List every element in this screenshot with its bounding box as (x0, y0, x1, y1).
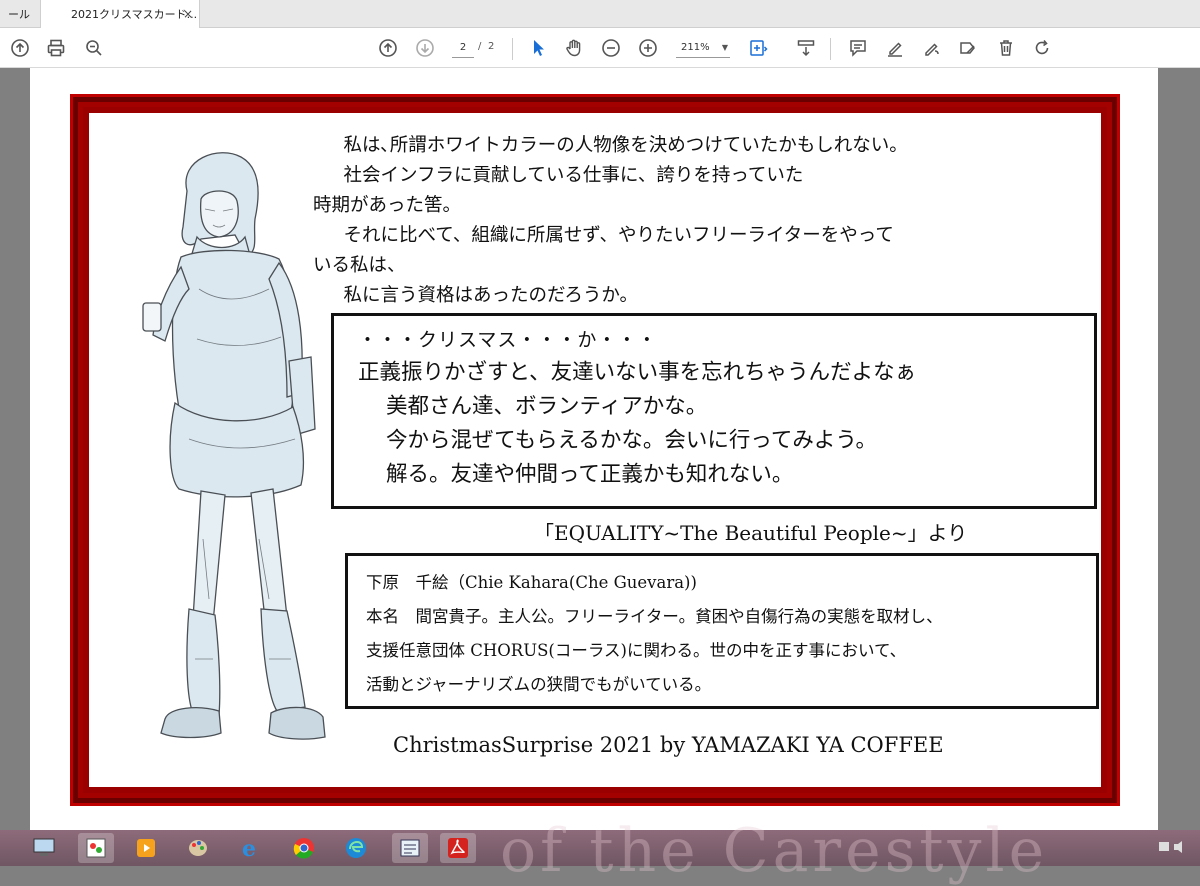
close-tab-icon[interactable]: × (183, 7, 193, 21)
document-area[interactable]: 私は､所謂ホワイトカラーの人物像を決めつけていたかもしれない。 社会インフラに貢… (0, 68, 1200, 830)
quote-box: ・・・クリスマス・・・か・・・ 正義振りかざすと、友達いない事を忘れちゃうんだよ… (331, 313, 1097, 509)
print-icon[interactable] (44, 36, 68, 60)
toolbar-divider (512, 38, 513, 60)
chevron-down-icon: ▼ (721, 43, 728, 52)
narrative-line: 時期があった筈。 (313, 195, 462, 216)
system-tray[interactable] (1158, 840, 1194, 857)
page-total: 2 (488, 41, 495, 52)
fill-sign-icon[interactable] (956, 36, 980, 60)
page-number-input[interactable]: 2 (452, 40, 474, 58)
narrative-line: 私に言う資格はあったのだろうか。 (325, 285, 639, 306)
character-sketch (109, 139, 349, 763)
quote-line: ・・・クリスマス・・・か・・・ (358, 329, 658, 351)
profile-line: 本名 間宮貴子。主人公。フリーライター。貧困や自傷行為の実態を取材し、 (366, 607, 943, 626)
zoom-in-icon[interactable] (636, 36, 660, 60)
toolbar: 2 / 2 211% ▼ (0, 28, 1200, 68)
scroll-mode-icon[interactable] (794, 36, 818, 60)
profile-line: 支援任意団体 CHORUS(コーラス)に関わる。世の中を正す事において、 (366, 641, 907, 660)
acrobat-icon[interactable] (440, 833, 476, 863)
quote-line: 今から混ぜてもらえるかな。会いに行ってみよう。 (386, 428, 878, 453)
narrative-text: 私は､所謂ホワイトカラーの人物像を決めつけていたかもしれない。 社会インフラに貢… (313, 131, 1095, 311)
select-cursor-icon[interactable] (526, 36, 550, 60)
tab-bar: ール 2021クリスマスカード... × (0, 0, 1200, 28)
zoom-search-icon[interactable] (82, 36, 106, 60)
quote-line: 美都さん達、ボランティアかな。 (386, 394, 708, 419)
toolbar-divider (830, 38, 831, 60)
profile-box: 下原 千絵（Chie Kahara(Che Guevara)) 本名 間宮貴子。… (345, 553, 1099, 709)
taskbar: of the Carestyle e (0, 816, 1200, 886)
wallpaper-text: of the Carestyle (500, 816, 1049, 886)
highlight-icon[interactable] (883, 36, 907, 60)
quote-line: 解る。友達や仲間って正義かも知れない。 (386, 462, 794, 487)
prev-page-icon[interactable] (376, 36, 400, 60)
paint-palette-icon[interactable] (180, 833, 216, 863)
zoom-out-icon[interactable] (599, 36, 623, 60)
delete-icon[interactable] (994, 36, 1018, 60)
profile-line: 活動とジャーナリズムの狭間でもがいている。 (366, 675, 712, 694)
narrative-line: いる私は、 (313, 255, 406, 276)
notepad-icon[interactable] (392, 833, 428, 863)
hand-icon[interactable] (562, 36, 586, 60)
next-page-icon[interactable] (413, 36, 437, 60)
tab-document[interactable]: 2021クリスマスカード... × (40, 0, 200, 28)
tab-document-label: 2021クリスマスカード... (71, 8, 198, 21)
comment-icon[interactable] (846, 36, 870, 60)
internet-explorer-icon[interactable]: e (232, 833, 268, 863)
source-citation: 「EQUALITY~The Beautiful People~」より (534, 521, 968, 545)
zoom-select[interactable]: 211% ▼ (676, 40, 730, 58)
narrative-line: それに比べて、組織に所属せず、やりたいフリーライターをやって (325, 225, 894, 246)
narrative-line: 社会インフラに貢献している仕事に、誇りを持っていた (325, 165, 804, 186)
upload-icon[interactable] (8, 36, 32, 60)
media-player-icon[interactable] (128, 833, 164, 863)
pdf-page: 私は､所謂ホワイトカラーの人物像を決めつけていたかもしれない。 社会インフラに貢… (30, 68, 1158, 830)
tab-tools[interactable]: ール (0, 0, 40, 28)
zoom-value: 211% (681, 42, 710, 53)
quote-line: 正義振りかざすと、友達いない事を忘れちゃうんだよなぁ (358, 360, 917, 385)
paint-app-icon[interactable] (78, 833, 114, 863)
narrative-line: 私は､所謂ホワイトカラーの人物像を決めつけていたかもしれない。 (325, 135, 908, 156)
computer-icon[interactable] (26, 833, 62, 863)
footer-credit: ChristmasSurprise 2021 by YAMAZAKI YA CO… (393, 733, 944, 757)
edge-icon[interactable] (338, 833, 374, 863)
chrome-icon[interactable] (286, 833, 322, 863)
svg-text:e: e (242, 837, 256, 859)
fit-page-icon[interactable] (746, 36, 770, 60)
draw-icon[interactable] (920, 36, 944, 60)
profile-line: 下原 千絵（Chie Kahara(Che Guevara)) (366, 573, 697, 592)
tab-tools-label: ール (8, 8, 30, 21)
page-separator: / (478, 41, 482, 52)
card-content: 私は､所謂ホワイトカラーの人物像を決めつけていたかもしれない。 社会インフラに貢… (89, 113, 1101, 787)
red-frame: 私は､所謂ホワイトカラーの人物像を決めつけていたかもしれない。 社会インフラに貢… (70, 94, 1120, 806)
rotate-icon[interactable] (1030, 36, 1054, 60)
